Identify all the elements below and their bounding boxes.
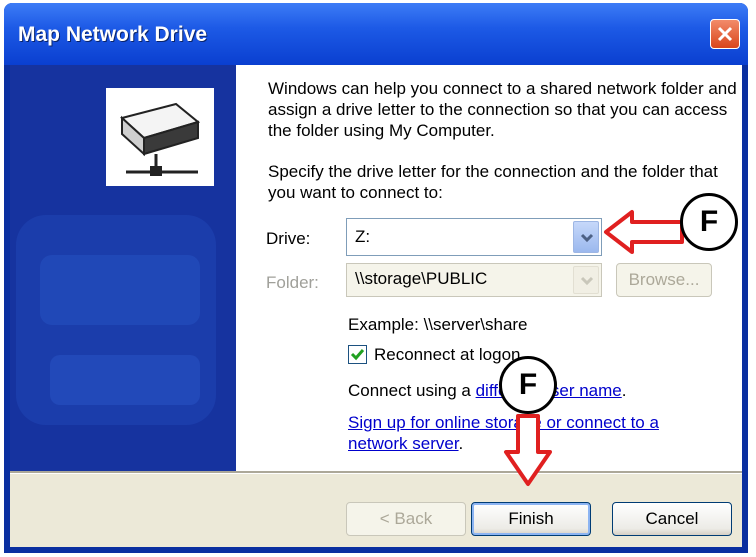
drive-label: Drive: [266, 229, 311, 248]
title-bar[interactable]: Map Network Drive [4, 3, 748, 65]
online-storage-suffix: . [458, 434, 464, 453]
online-storage-link-line1[interactable]: Sign up for online storage or connect to… [348, 413, 659, 433]
chevron-down-icon [580, 233, 594, 243]
chevron-down-icon [580, 276, 594, 286]
drive-select[interactable]: Z: [346, 218, 602, 256]
folder-label: Folder: [266, 273, 319, 292]
instruction-text: Specify the drive letter for the connect… [268, 162, 718, 202]
connect-as-prefix: Connect using a [348, 381, 476, 400]
reconnect-label: Reconnect at logon [374, 345, 521, 364]
finish-button[interactable]: Finish [471, 502, 591, 536]
window-title: Map Network Drive [18, 23, 208, 46]
dialog-body: Windows can help you connect to a shared… [10, 65, 742, 547]
drive-icon-frame [106, 88, 214, 186]
map-network-drive-window: Map Network Drive Windows can help you c… [4, 3, 748, 553]
annotation-marker-drive: F [680, 193, 738, 251]
annotation-marker-finish: F [499, 356, 557, 414]
intro-text: Windows can help you connect to a shared… [268, 79, 737, 140]
online-storage-link-line2[interactable]: network server [348, 434, 459, 453]
drive-select-value: Z: [355, 227, 371, 246]
network-drive-icon [119, 102, 201, 176]
back-button[interactable]: < Back [346, 502, 466, 536]
browse-button[interactable]: Browse... [616, 263, 712, 297]
online-storage-line2: network server. [348, 434, 463, 454]
cancel-button[interactable]: Cancel [612, 502, 732, 536]
folder-select-value: \\storage\PUBLIC [355, 269, 488, 288]
footer-separator [10, 471, 742, 474]
drive-dropdown-button[interactable] [573, 221, 599, 253]
example-text: Example: \\server\share [348, 315, 528, 334]
close-button[interactable] [710, 19, 740, 49]
checkmark-icon [350, 349, 365, 361]
connect-as-text: Connect using a different user name. [348, 381, 627, 401]
wizard-content: Windows can help you connect to a shared… [236, 65, 742, 471]
connect-as-suffix: . [621, 381, 627, 400]
wizard-banner [10, 65, 236, 471]
reconnect-checkbox[interactable] [348, 345, 367, 364]
folder-select[interactable]: \\storage\PUBLIC [346, 263, 602, 297]
close-icon [717, 26, 733, 42]
folder-dropdown-button[interactable] [573, 266, 599, 294]
